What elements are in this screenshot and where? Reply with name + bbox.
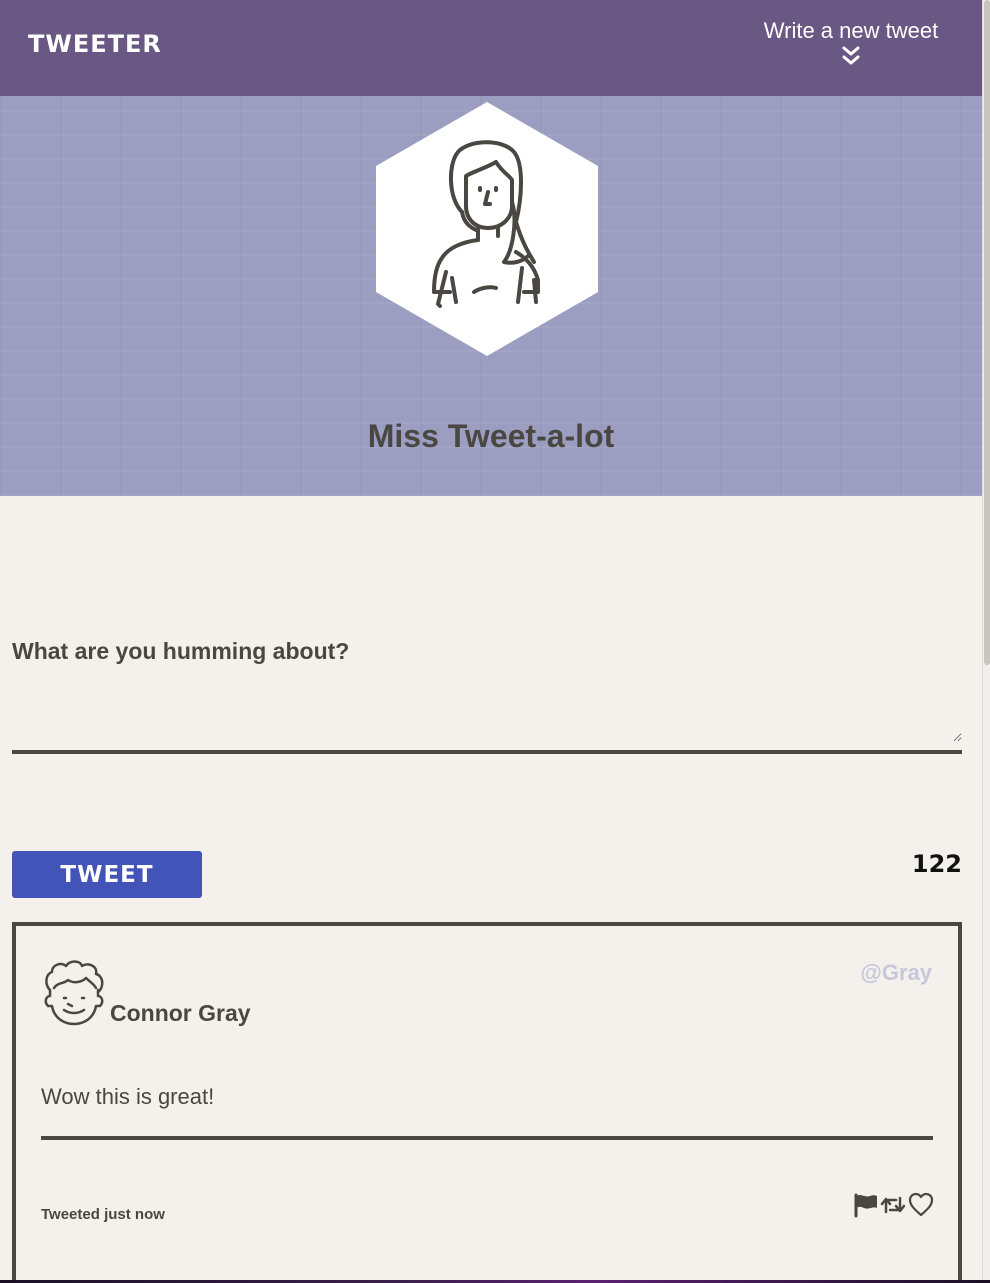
- tweet-timestamp: Tweeted just now: [41, 1206, 165, 1223]
- tweet-author-name: Connor Gray: [110, 1000, 251, 1026]
- tweet-card: Connor Gray @Gray Wow this is great! Twe…: [12, 922, 962, 1283]
- heart-icon[interactable]: [908, 1192, 934, 1218]
- tweet-body: Wow this is great!: [41, 1084, 215, 1109]
- retweet-icon[interactable]: [880, 1192, 906, 1218]
- scrollbar-thumb[interactable]: [984, 0, 990, 665]
- page-scrollbar[interactable]: [982, 0, 990, 1283]
- write-new-tweet-label: Write a new tweet: [763, 18, 939, 43]
- write-new-tweet-button[interactable]: Write a new tweet: [756, 18, 946, 66]
- woman-avatar-icon: [376, 102, 598, 356]
- brand-logo[interactable]: TWEETER: [28, 30, 162, 58]
- profile-name: Miss Tweet-a-lot: [367, 418, 615, 454]
- tweet-prompt-label: What are you humming about?: [12, 638, 350, 664]
- input-underline: [12, 750, 962, 754]
- tweet-submit-button[interactable]: TWEET: [12, 851, 202, 898]
- tweet-divider: [41, 1136, 933, 1140]
- top-nav: TWEETER Write a new tweet: [0, 0, 982, 96]
- flag-icon[interactable]: [852, 1192, 878, 1218]
- char-counter: 122: [911, 850, 962, 878]
- profile-header: Miss Tweet-a-lot: [0, 96, 982, 496]
- tweet-author-handle[interactable]: @Gray: [860, 960, 932, 986]
- curly-hair-avatar-icon: [44, 960, 104, 1026]
- tweet-text-input[interactable]: [12, 676, 962, 742]
- tweet-actions: [852, 1192, 934, 1218]
- double-chevron-down-icon: [842, 46, 860, 65]
